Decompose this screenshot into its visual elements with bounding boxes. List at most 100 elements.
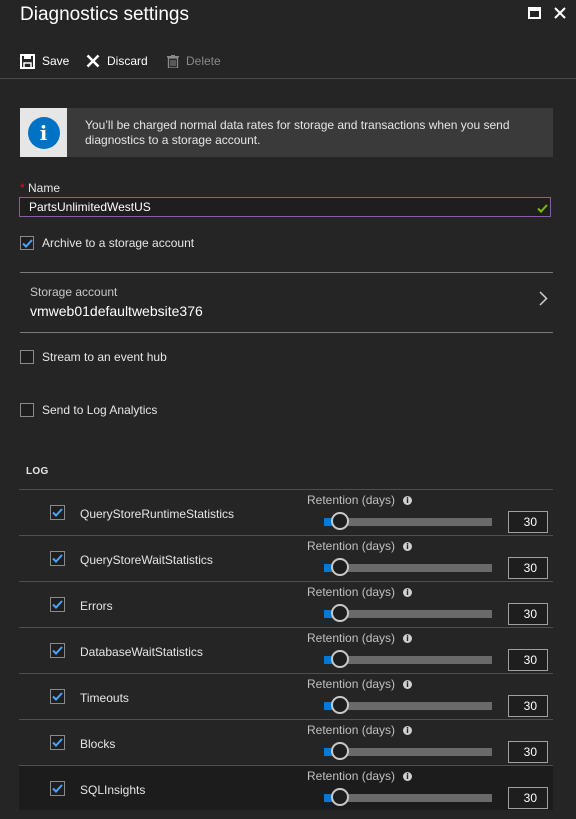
- retention-label-wrap: Retention (days) i: [307, 677, 413, 691]
- retention-days-input[interactable]: [508, 649, 548, 671]
- retention-label: Retention (days): [307, 769, 396, 783]
- retention-slider[interactable]: [324, 558, 492, 578]
- log-category-checkbox[interactable]: [50, 505, 65, 520]
- retention-label-wrap: Retention (days) i: [307, 723, 413, 737]
- delete-button[interactable]: Delete: [167, 53, 221, 69]
- slider-thumb[interactable]: [331, 604, 349, 622]
- name-label-wrap: * Name: [20, 181, 60, 195]
- retention-slider[interactable]: [324, 512, 492, 532]
- retention-label: Retention (days): [307, 585, 396, 599]
- retention-label: Retention (days): [307, 539, 396, 553]
- retention-slider[interactable]: [324, 604, 492, 624]
- info-icon[interactable]: i: [403, 587, 413, 597]
- retention-days-input[interactable]: [508, 603, 548, 625]
- checkmark-icon: [52, 738, 63, 747]
- checkmark-icon: [52, 508, 63, 517]
- slider-track: [324, 748, 492, 756]
- trash-icon: [167, 54, 179, 68]
- retention-days-input[interactable]: [508, 787, 548, 809]
- info-icon[interactable]: i: [403, 633, 413, 643]
- log-category-checkbox[interactable]: [50, 689, 65, 704]
- retention-days-input[interactable]: [508, 557, 548, 579]
- log-row: QueryStoreWaitStatistics Retention (days)…: [19, 535, 553, 580]
- close-button[interactable]: [552, 5, 568, 21]
- slider-thumb[interactable]: [331, 742, 349, 760]
- retention-label-wrap: Retention (days) i: [307, 631, 413, 645]
- log-row-checkbox-wrap: [50, 505, 65, 520]
- retention-days-input[interactable]: [508, 511, 548, 533]
- log-category-checkbox[interactable]: [50, 735, 65, 750]
- checkmark-icon: [52, 784, 63, 793]
- checkmark-icon: [52, 554, 63, 563]
- slider-thumb[interactable]: [331, 512, 349, 530]
- log-row-checkbox-wrap: [50, 781, 65, 796]
- save-button[interactable]: Save: [20, 53, 69, 69]
- log-row: Timeouts Retention (days) i: [19, 673, 553, 718]
- checkmark-icon: [52, 600, 63, 609]
- log-row-checkbox-wrap: [50, 597, 65, 612]
- info-icon[interactable]: i: [403, 725, 413, 735]
- discard-label: Discard: [107, 54, 148, 68]
- log-analytics-checkbox[interactable]: [20, 403, 34, 417]
- slider-thumb[interactable]: [331, 696, 349, 714]
- retention-days-input[interactable]: [508, 741, 548, 763]
- chevron-right-icon[interactable]: [539, 291, 548, 311]
- archive-label: Archive to a storage account: [42, 236, 195, 250]
- log-row: DatabaseWaitStatistics Retention (days) i: [19, 627, 553, 672]
- log-category-checkbox[interactable]: [50, 781, 65, 796]
- log-analytics-option[interactable]: Send to Log Analytics: [20, 403, 157, 417]
- checkmark-icon: [52, 646, 63, 655]
- discard-button[interactable]: Discard: [86, 53, 148, 69]
- required-marker: *: [20, 181, 25, 195]
- log-row: QueryStoreRuntimeStatistics Retention (da…: [19, 489, 553, 534]
- event-hub-option[interactable]: Stream to an event hub: [20, 350, 167, 364]
- archive-option[interactable]: Archive to a storage account: [20, 236, 194, 250]
- event-hub-checkbox[interactable]: [20, 350, 34, 364]
- slider-track: [324, 656, 492, 664]
- info-icon[interactable]: i: [403, 771, 413, 781]
- log-analytics-label: Send to Log Analytics: [42, 403, 158, 417]
- log-category-name: Blocks: [80, 737, 116, 751]
- log-category-name: DatabaseWaitStatistics: [80, 645, 203, 659]
- log-section-header: LOG: [26, 466, 49, 477]
- retention-label: Retention (days): [307, 677, 396, 691]
- checkmark-icon: [21, 238, 33, 248]
- slider-track: [324, 518, 492, 526]
- slider-thumb[interactable]: [331, 650, 349, 668]
- event-hub-label: Stream to an event hub: [42, 350, 167, 364]
- log-row-checkbox-wrap: [50, 643, 65, 658]
- log-row-checkbox-wrap: [50, 689, 65, 704]
- info-icon[interactable]: i: [403, 679, 413, 689]
- log-category-name: QueryStoreWaitStatistics: [80, 553, 213, 567]
- retention-label: Retention (days): [307, 631, 396, 645]
- log-category-name: SQLInsights: [80, 783, 146, 797]
- info-banner: i You’ll be charged normal data rates fo…: [20, 108, 553, 157]
- storage-account-value: vmweb01defaultwebsite376: [30, 303, 203, 319]
- log-category-checkbox[interactable]: [50, 597, 65, 612]
- slider-thumb[interactable]: [331, 558, 349, 576]
- slider-track: [324, 702, 492, 710]
- info-icon[interactable]: i: [403, 541, 413, 551]
- info-icon[interactable]: i: [403, 495, 413, 505]
- info-icon-container: i: [20, 108, 67, 157]
- retention-slider[interactable]: [324, 788, 492, 808]
- retention-label-wrap: Retention (days) i: [307, 539, 413, 553]
- retention-slider[interactable]: [324, 742, 492, 762]
- log-row: Blocks Retention (days) i: [19, 719, 553, 764]
- log-category-checkbox[interactable]: [50, 551, 65, 566]
- retention-slider[interactable]: [324, 696, 492, 716]
- retention-label: Retention (days): [307, 493, 396, 507]
- save-label: Save: [42, 54, 70, 68]
- retention-days-input[interactable]: [508, 695, 548, 717]
- name-input[interactable]: [19, 197, 551, 217]
- retention-label: Retention (days): [307, 723, 396, 737]
- log-category-checkbox[interactable]: [50, 643, 65, 658]
- slider-track: [324, 794, 492, 802]
- valid-check-icon: [537, 200, 548, 216]
- page-title: Diagnostics settings: [20, 4, 189, 25]
- slider-thumb[interactable]: [331, 788, 349, 806]
- retention-slider[interactable]: [324, 650, 492, 670]
- archive-checkbox[interactable]: [20, 236, 34, 250]
- divider: [20, 332, 553, 333]
- maximize-button[interactable]: [526, 5, 542, 21]
